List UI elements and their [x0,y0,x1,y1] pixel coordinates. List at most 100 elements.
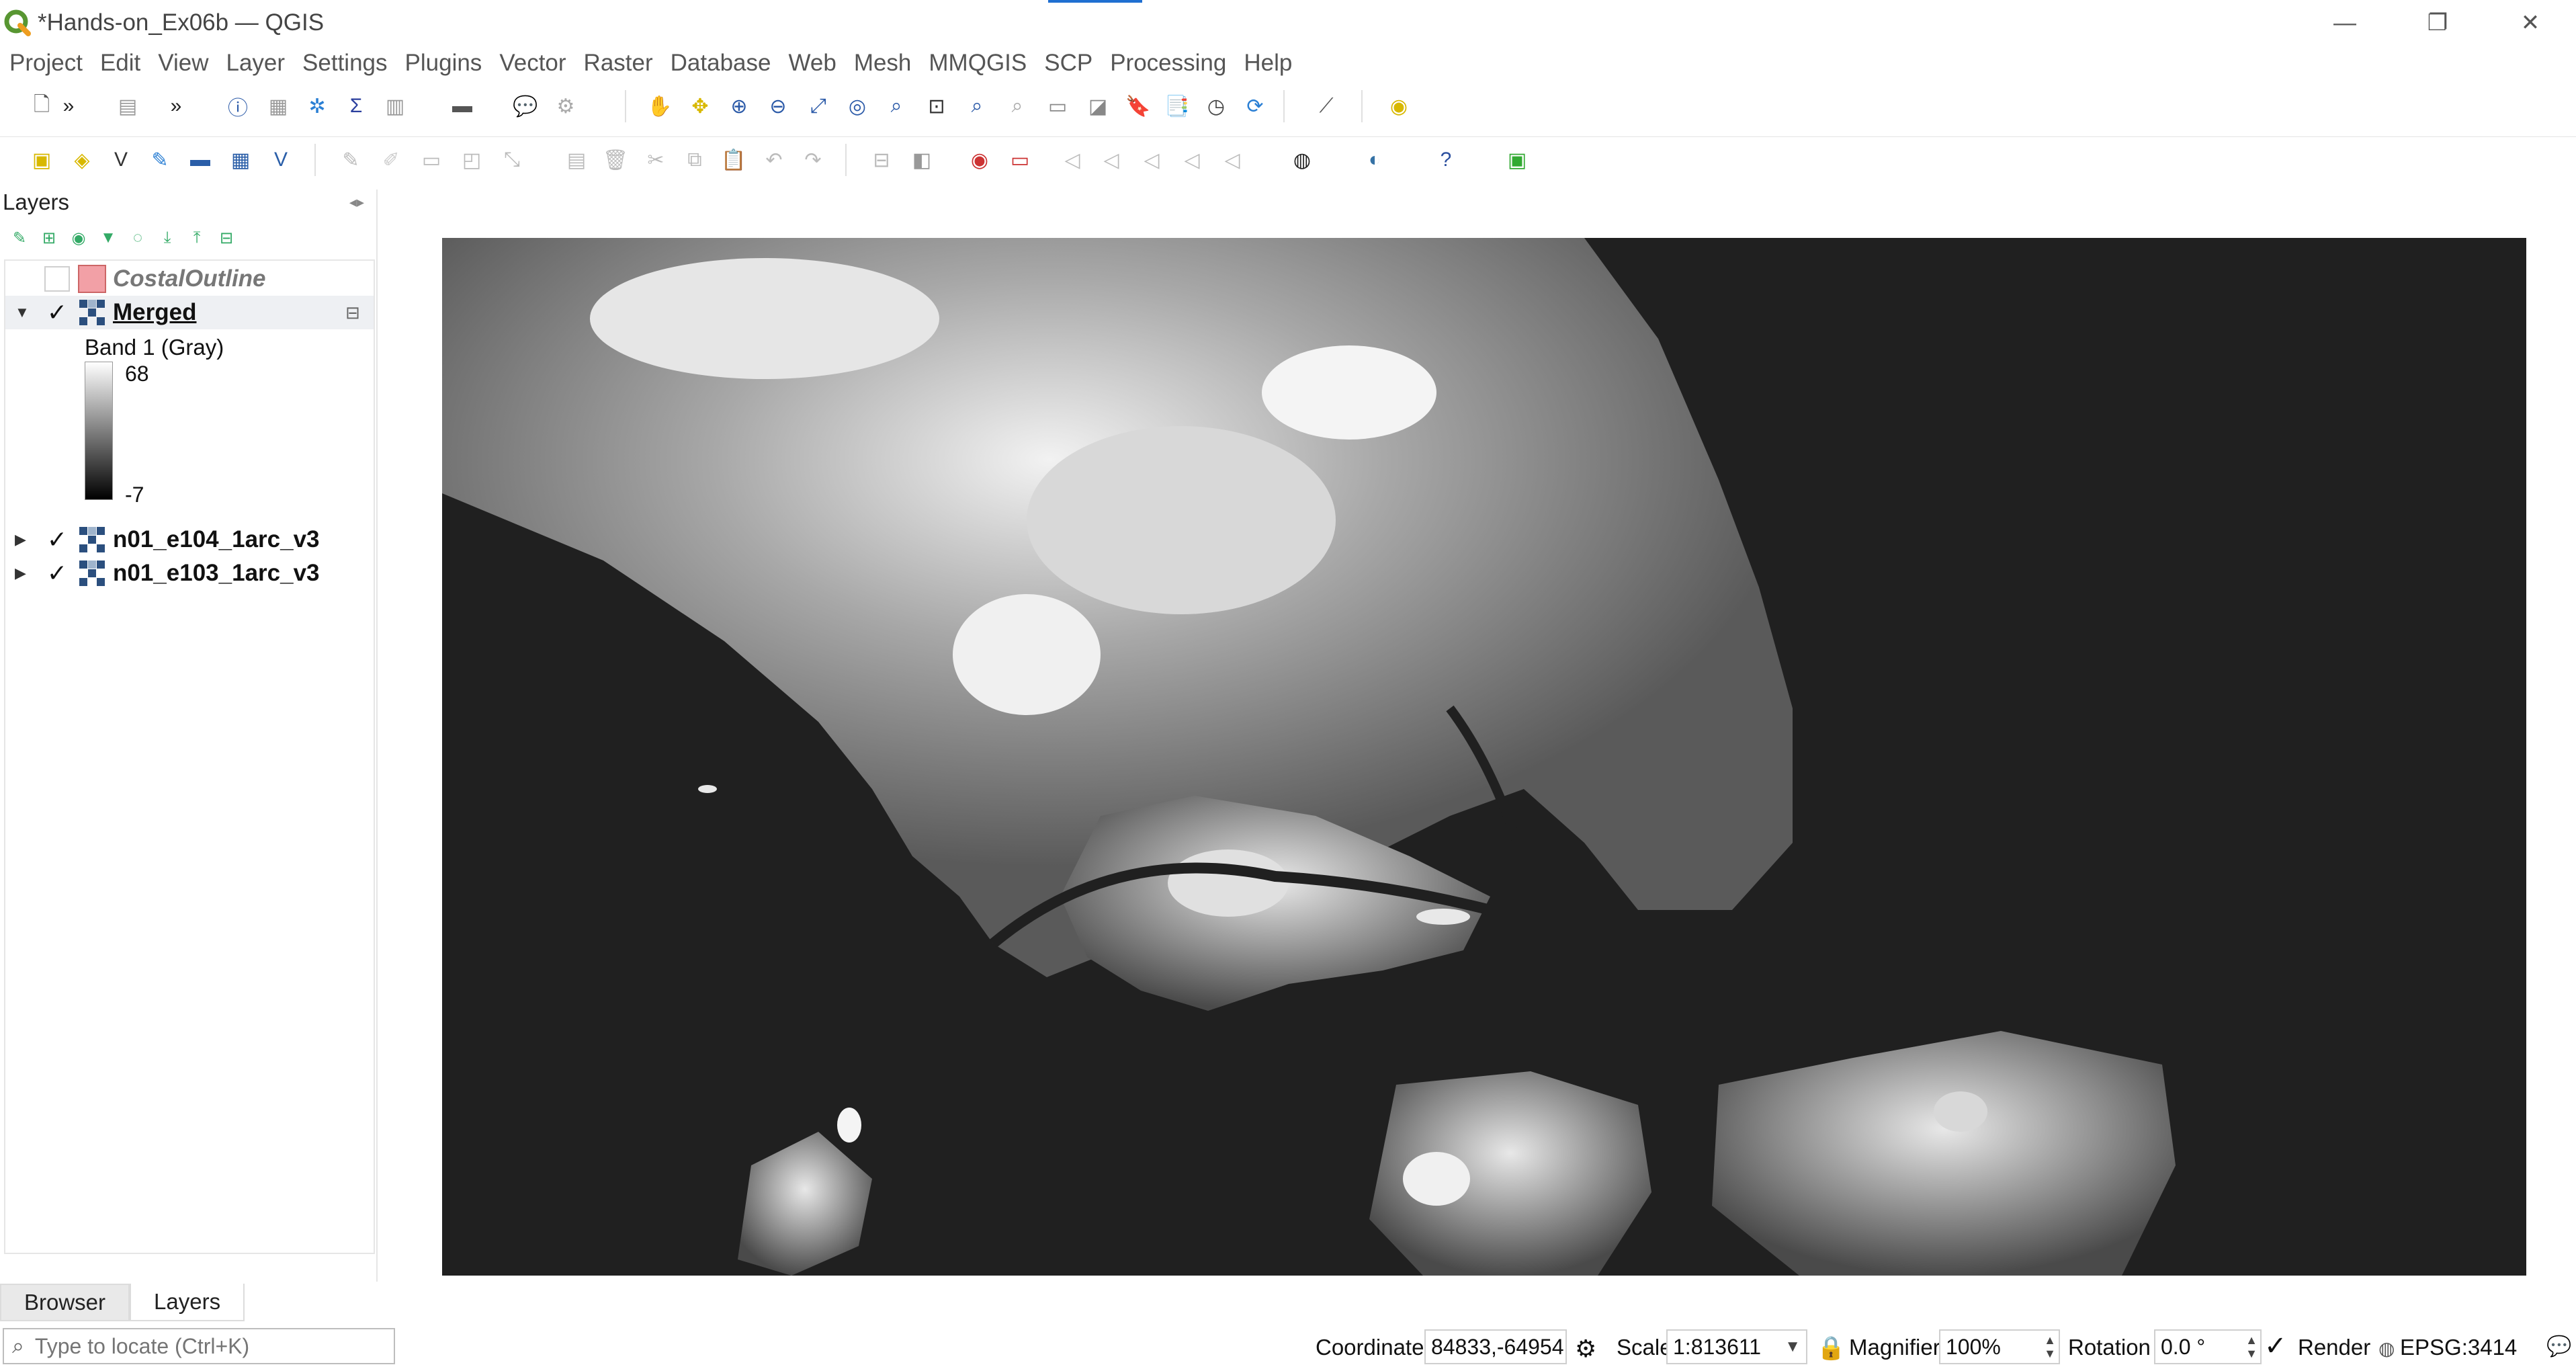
panel-float-close-icon[interactable]: ◂▸ [349,194,364,211]
spatial-bookmark-icon[interactable]: 🔖 [1123,91,1153,121]
open-field-calculator-icon[interactable]: ▥ [380,91,410,121]
expand-all-icon[interactable]: ⤓ [157,228,177,248]
layer-visibility-checkbox[interactable]: ✓ [44,526,70,553]
label-highlight-icon[interactable]: ◁ [1217,145,1247,175]
menu-raster[interactable]: Raster [584,50,653,77]
modify-attributes-icon[interactable]: ▤ [562,145,591,175]
new-3d-view-icon[interactable]: ◪ [1083,91,1113,121]
spinbox-arrows-icon[interactable]: ▲ ▼ [2044,1333,2056,1360]
label-rotate-icon[interactable]: ◁ [1137,145,1166,175]
pencil-icon[interactable]: ✐ [376,145,406,175]
minimize-button[interactable]: — [2305,0,2385,46]
help-icon[interactable]: ? [1431,145,1461,175]
add-group-icon[interactable]: ⊞ [39,228,59,248]
menu-processing[interactable]: Processing [1110,50,1226,77]
label-toolbar-icon[interactable]: ⊟ [867,145,896,175]
data-source-manager-icon[interactable]: ▣ [27,145,56,175]
zoom-full-icon[interactable]: ⤢ [804,91,833,121]
python-console-icon[interactable]: ◐ [1360,145,1389,175]
zoom-native-icon[interactable]: ⊡ [922,91,951,121]
menu-help[interactable]: Help [1244,50,1292,77]
toolbox-icon[interactable]: ✲ [302,91,332,121]
label-abc-icon[interactable]: ◉ [965,145,994,175]
menu-mmqgis[interactable]: MMQGIS [929,50,1027,77]
lock-scale-icon[interactable]: 🔒 [1817,1335,1845,1362]
label-change-icon[interactable]: ◁ [1177,145,1207,175]
map-canvas[interactable] [396,190,2576,1325]
vertex-tool-icon[interactable]: ⤡ [497,145,527,175]
new-virtual-layer-icon[interactable]: ▬ [185,145,215,175]
menu-project[interactable]: Project [9,50,83,77]
tab-layers[interactable]: Layers [130,1284,245,1321]
menu-vector[interactable]: Vector [499,50,566,77]
save-edits-icon[interactable]: ▭ [417,145,446,175]
layer-item-costaloutline[interactable]: CostalOutline [5,262,374,296]
menu-database[interactable]: Database [671,50,771,77]
coordinate-field[interactable]: 84833,-64954 [1424,1329,1567,1364]
more-chevron-icon[interactable]: » [161,91,191,121]
remove-layer-icon[interactable]: ⊟ [216,228,237,248]
collapse-all-icon[interactable]: ⤒ [187,228,207,248]
label-abc-red-icon[interactable]: ▭ [1005,145,1035,175]
spinbox-arrows-icon[interactable]: ▲ ▼ [2245,1333,2258,1360]
collapse-arrow-icon[interactable]: ▼ [15,304,30,321]
zoom-out-icon[interactable]: ⊖ [763,91,793,121]
style-manager-icon[interactable]: ✎ [9,228,30,248]
menu-settings[interactable]: Settings [302,50,387,77]
new-project-icon[interactable]: 🗋 [27,91,56,121]
restore-button[interactable]: ❐ [2397,0,2478,46]
profile-tool-icon[interactable]: ⟋ [1312,91,1341,121]
measure-icon[interactable]: ▬ [447,91,477,121]
manage-visibility-icon[interactable]: ◉ [69,228,89,248]
redo-icon[interactable]: ↷ [798,145,828,175]
cut-icon[interactable]: ✂ [641,145,671,175]
magnifier-spinbox[interactable]: 100% ▲ ▼ [1939,1329,2060,1364]
messages-icon[interactable]: 💬 [2546,1335,2571,1358]
attribute-table-icon[interactable]: ▦ [263,91,293,121]
edit-toggle-icon[interactable]: ✎ [336,145,366,175]
show-bookmarks-icon[interactable]: 📑 [1162,91,1192,121]
layer-item-merged[interactable]: ▼ ✓ Merged ⊟ [5,296,374,329]
zoom-in-icon[interactable]: ⊕ [724,91,754,121]
new-spatialite-icon[interactable]: ✎ [145,145,175,175]
expand-arrow-icon[interactable]: ▶ [15,565,26,582]
layer-visibility-checkbox[interactable]: ✓ [44,559,70,587]
scp-icon[interactable]: ▣ [1502,145,1532,175]
close-button[interactable]: ✕ [2490,0,2571,46]
new-mesh-icon[interactable]: ▦ [226,145,255,175]
crs-value[interactable]: EPSG:3414 [2400,1335,2517,1360]
menu-layer[interactable]: Layer [226,50,285,77]
locator-input[interactable] [34,1333,384,1359]
render-checkbox[interactable]: ✓ [2264,1331,2287,1362]
menu-edit[interactable]: Edit [100,50,140,77]
add-feature-icon[interactable]: ◰ [457,145,486,175]
temporal-controller-icon[interactable]: ◷ [1201,91,1231,121]
zoom-next-icon[interactable]: ⌕ [1002,91,1032,121]
paste-icon[interactable]: 📋 [719,145,748,175]
rotation-spinbox[interactable]: 0.0 ° ▲ ▼ [2154,1329,2262,1364]
menu-mesh[interactable]: Mesh [854,50,912,77]
pan-icon[interactable]: ✋ [645,91,675,121]
tab-browser[interactable]: Browser [0,1284,130,1321]
layer-visibility-checkbox[interactable] [44,266,70,292]
label-show-icon[interactable]: ◁ [1058,145,1087,175]
new-geopackage-icon[interactable]: ◈ [67,145,97,175]
refresh-icon[interactable]: ⟳ [1240,91,1270,121]
scale-combobox[interactable]: 1:813611 ▼ [1666,1329,1807,1364]
select-features-icon[interactable]: ▤ [113,91,142,121]
new-vector-tile-icon[interactable]: V [266,145,296,175]
menu-web[interactable]: Web [788,50,836,77]
label-pin-icon[interactable]: ◧ [907,145,937,175]
new-map-view-icon[interactable]: ▭ [1043,91,1072,121]
menu-plugins[interactable]: Plugins [405,50,482,77]
new-shapefile-icon[interactable]: V [106,145,136,175]
undo-icon[interactable]: ↶ [759,145,789,175]
filter-legend-icon[interactable]: ▼ [98,228,118,248]
locator-bar[interactable]: ⌕ [3,1328,395,1364]
plugin-icon[interactable]: ◉ [1384,91,1414,121]
expand-arrow-icon[interactable]: ▶ [15,531,26,548]
layer-item-n01-e104[interactable]: ▶ ✓ n01_e104_1arc_v3 [5,523,374,556]
map-tips-icon[interactable]: 💬 [511,91,540,121]
zoom-last-icon[interactable]: ⌕ [962,91,992,121]
toggle-extents-icon[interactable]: ⚙ [1575,1335,1596,1363]
